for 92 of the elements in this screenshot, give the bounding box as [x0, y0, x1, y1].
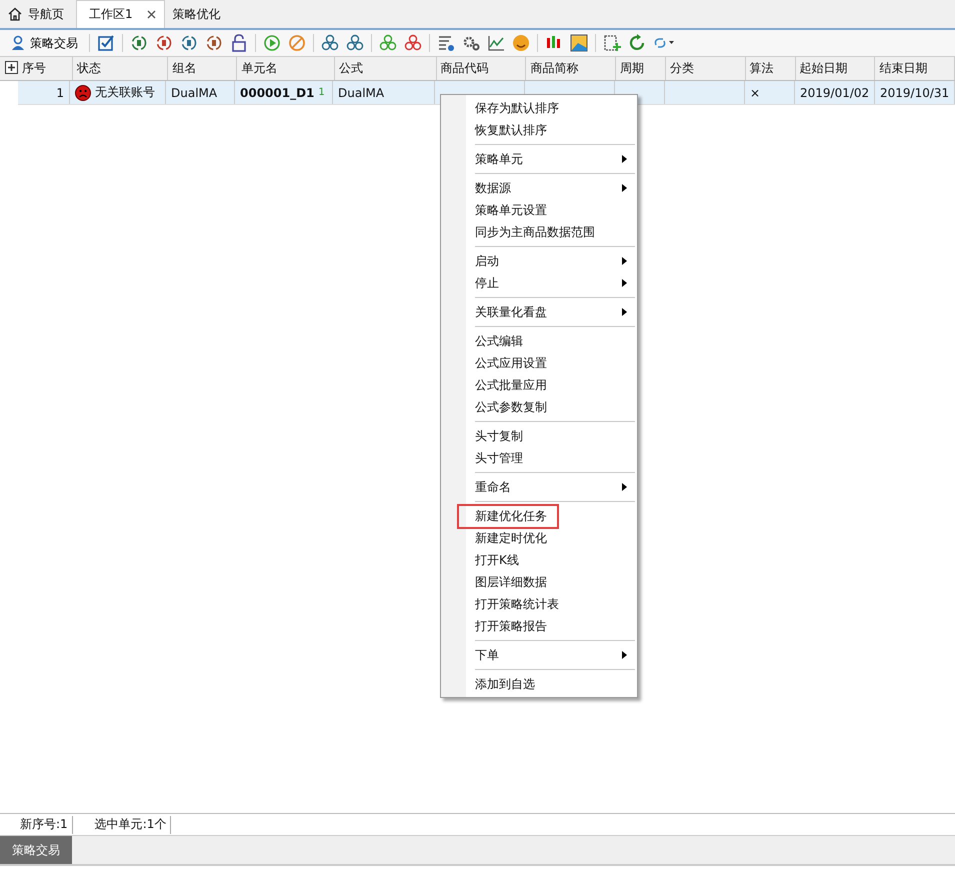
menu-label: 头寸复制: [475, 428, 523, 444]
table-cell: 1: [18, 81, 70, 104]
status-text: 无关联账号: [95, 84, 155, 101]
smiley-icon[interactable]: [512, 34, 530, 52]
person-icon: [10, 35, 26, 51]
column-header[interactable]: 组名: [168, 57, 238, 80]
menu-label: 数据源: [475, 180, 511, 196]
menu-label: 图层详细数据: [475, 574, 547, 590]
column-header[interactable]: 周期: [616, 57, 666, 80]
column-header[interactable]: 序号: [20, 57, 73, 80]
menu-item[interactable]: 头寸管理: [441, 447, 637, 469]
menu-label: 策略单元: [475, 150, 523, 168]
menu-label: 打开策略统计表: [475, 596, 559, 612]
column-header[interactable]: 状态: [72, 57, 168, 80]
table-cell: DualMA: [333, 81, 435, 104]
gear-icon[interactable]: [462, 34, 480, 52]
menu-label: 添加到自选: [475, 676, 535, 692]
column-header[interactable]: 商品简称: [526, 57, 616, 80]
column-header[interactable]: 结束日期: [875, 57, 955, 80]
menu-label: 公式批量应用: [475, 376, 547, 394]
menu-item[interactable]: 公式批量应用: [441, 374, 637, 396]
menu-label: 下单: [475, 646, 499, 664]
menu-item[interactable]: 停止: [441, 272, 637, 294]
menu-item[interactable]: 关联量化看盘: [441, 301, 637, 323]
menu-label: 打开策略报告: [475, 618, 547, 634]
menu-item[interactable]: 策略单元: [441, 148, 637, 170]
column-header[interactable]: 商品代码: [436, 57, 526, 80]
column-header[interactable]: 单元名: [237, 57, 335, 80]
menu-item[interactable]: 数据源: [441, 177, 637, 199]
menu-item[interactable]: 打开策略统计表: [441, 593, 637, 615]
menu-item[interactable]: 下单: [441, 644, 637, 666]
menu-label: 恢复默认排序: [475, 122, 547, 138]
table-cell: DualMA: [166, 81, 235, 104]
menu-label: 头寸管理: [475, 450, 523, 466]
column-header[interactable]: 分类: [666, 57, 746, 80]
menu-label: 打开K线: [475, 552, 519, 568]
refresh-icon[interactable]: [628, 34, 646, 52]
menu-item[interactable]: 图层详细数据: [441, 571, 637, 593]
chart-image-icon[interactable]: [570, 34, 588, 52]
menu-item[interactable]: 公式参数复制: [441, 396, 637, 418]
status-text: 选中单元:1个: [72, 816, 172, 834]
menu-item[interactable]: 打开K线: [441, 549, 637, 571]
menu-item[interactable]: 启动: [441, 250, 637, 272]
expand-icon[interactable]: [5, 61, 18, 74]
status-text: 新序号:1: [0, 816, 73, 834]
menu-item[interactable]: 重命名: [441, 476, 637, 498]
unit-name: 000001_D1: [240, 86, 314, 100]
menu-label: 启动: [475, 252, 499, 270]
unlock-icon[interactable]: [230, 34, 248, 52]
table-cell: ×: [745, 81, 795, 104]
clipboard-add-icon[interactable]: [603, 34, 621, 52]
list-settings-icon[interactable]: [437, 34, 455, 52]
menu-item[interactable]: 添加到自选: [441, 673, 637, 695]
menu-label: 保存为默认排序: [475, 100, 559, 116]
unit-count: 1: [318, 87, 325, 98]
column-header[interactable]: 起始日期: [796, 57, 876, 80]
close-icon[interactable]: [146, 10, 156, 19]
menu-item[interactable]: 头寸复制: [441, 425, 637, 447]
menu-label: 公式编辑: [475, 332, 523, 350]
menu-item[interactable]: 打开策略报告: [441, 615, 637, 637]
tab[interactable]: 策略优化: [164, 0, 233, 28]
tab[interactable]: 导航页: [0, 0, 76, 28]
menu-item[interactable]: 恢复默认排序: [441, 119, 637, 141]
remove-cluster-icon[interactable]: [346, 34, 364, 52]
menu-item[interactable]: 新建定时优化: [441, 527, 637, 549]
menu-label: 公式应用设置: [475, 354, 547, 372]
table-cell: 2019/01/02: [795, 81, 875, 104]
menu-item[interactable]: 新建优化任务: [441, 505, 637, 527]
menu-label: 重命名: [475, 478, 511, 496]
menu-item[interactable]: 公式编辑: [441, 330, 637, 352]
menu-label: 策略单元设置: [475, 202, 547, 218]
home-icon: [8, 7, 22, 21]
menu-label: 公式参数复制: [475, 398, 547, 416]
column-header[interactable]: 公式: [334, 57, 437, 80]
column-header[interactable]: 算法: [746, 57, 796, 80]
strategy-trade-button[interactable]: 策略交易: [6, 32, 82, 54]
bottom-tab[interactable]: 策略交易: [0, 836, 72, 864]
menu-label: 关联量化看盘: [475, 304, 547, 320]
menu-item[interactable]: 策略单元设置: [441, 199, 637, 221]
play-icon[interactable]: [263, 34, 281, 52]
line-chart-icon[interactable]: [487, 34, 505, 52]
table-cell: 2019/10/31: [875, 81, 955, 104]
menu-label: 同步为主商品数据范围: [475, 224, 595, 240]
menu-item[interactable]: 保存为默认排序: [441, 97, 637, 119]
checkbox-icon[interactable]: [97, 34, 115, 52]
tab[interactable]: 工作区1: [76, 0, 165, 28]
menu-item[interactable]: 公式应用设置: [441, 352, 637, 374]
add-cluster-icon[interactable]: [321, 34, 339, 52]
menu-item[interactable]: 同步为主商品数据范围: [441, 221, 637, 243]
sad-face-icon: [75, 84, 91, 100]
menu-label: 新建定时优化: [475, 530, 547, 546]
menu-label: 停止: [475, 274, 499, 292]
